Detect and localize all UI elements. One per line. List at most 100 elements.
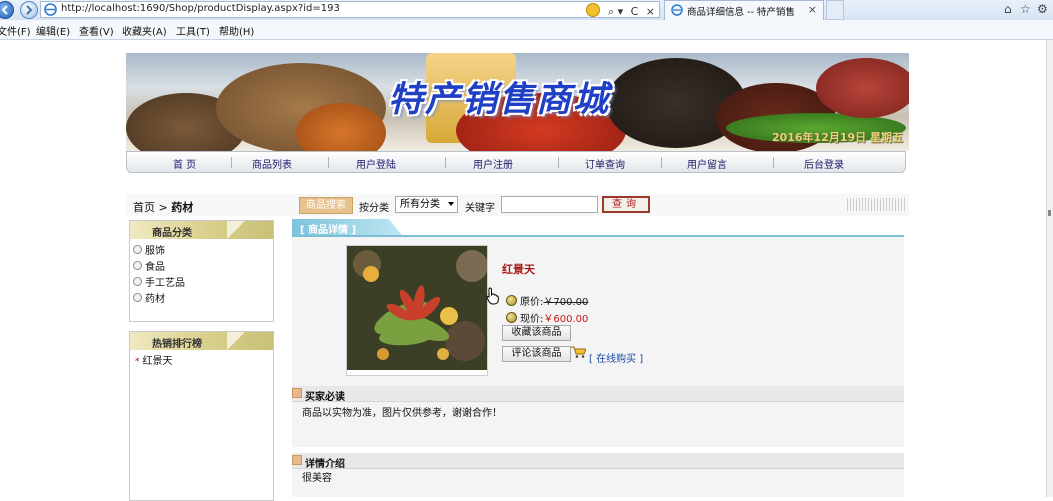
search-badge: 商品搜索	[299, 197, 353, 214]
nav-product-list[interactable]: 商品列表	[252, 156, 292, 171]
panel-corner-deco	[227, 332, 245, 350]
menu-edit[interactable]: 编辑(E)	[36, 23, 70, 38]
category-option[interactable]: 药材	[133, 290, 165, 305]
browser-chrome: http://localhost:1690/Shop/productDispla…	[0, 0, 1053, 40]
breadcrumb-home[interactable]: 首页	[133, 201, 155, 214]
keyword-label: 关键字	[465, 203, 495, 214]
nav-admin-login[interactable]: 后台登录	[804, 156, 844, 171]
shopping-cart-icon[interactable]	[571, 346, 586, 358]
ranking-panel: 热销排行榜 * 红景天	[129, 331, 274, 501]
decorative-dots	[847, 198, 905, 211]
panel-corner-deco	[227, 221, 245, 239]
nav-order-query[interactable]: 订单查询	[585, 156, 625, 171]
details-body	[292, 469, 904, 497]
category-panel-header: 商品分类	[130, 221, 273, 239]
nav-user-message[interactable]: 用户留言	[687, 156, 727, 171]
search-bar: 首页 > 药材 商品搜索 按分类 所有分类 关键字 查询	[126, 194, 909, 216]
search-dropdown-icon[interactable]: ⌕ ▾	[608, 5, 623, 18]
category-option[interactable]: 食品	[133, 258, 165, 273]
refresh-icon[interactable]: C	[631, 5, 639, 18]
original-price-label: 原价:	[520, 297, 544, 308]
address-row: http://localhost:1690/Shop/productDispla…	[0, 0, 1053, 21]
menu-favorites[interactable]: 收藏夹(A)	[122, 23, 167, 38]
address-tools[interactable]: ⌕ ▾ C ×	[582, 3, 655, 19]
compatibility-view-icon[interactable]	[586, 3, 601, 17]
category-panel: 商品分类 服饰 食品 手工艺品 药材	[129, 220, 274, 322]
rhodiola-flower-image	[347, 246, 487, 370]
section-bullet-icon	[292, 388, 302, 398]
vertical-scrollbar[interactable]	[1046, 40, 1053, 497]
back-button[interactable]	[0, 1, 14, 19]
category-label: 按分类	[359, 203, 389, 214]
menu-file[interactable]: 文件(F)	[0, 23, 31, 38]
site-banner: 特产销售商城 2016年12月19日 星期五	[126, 53, 909, 151]
stop-icon[interactable]: ×	[646, 5, 655, 18]
new-tab-button[interactable]	[826, 0, 844, 20]
tools-gear-icon[interactable]: ⚙	[1037, 2, 1048, 16]
buy-online-link[interactable]: [ 在线购买 ]	[589, 350, 643, 365]
favorites-icon[interactable]: ☆	[1020, 2, 1031, 16]
notice-section-header: 买家必读	[292, 386, 904, 403]
product-detail-tab: [ 商品详情 ]	[292, 219, 904, 237]
banner-date: 2016年12月19日 星期五	[771, 131, 903, 144]
nav-user-login[interactable]: 用户登陆	[356, 156, 396, 171]
nav-separator	[328, 157, 329, 168]
menu-tools[interactable]: 工具(T)	[176, 23, 210, 38]
hand-cursor-icon	[486, 287, 499, 305]
section-bullet-icon	[292, 455, 302, 465]
menu-bar: 文件(F) 编辑(E) 查看(V) 收藏夹(A) 工具(T) 帮助(H)	[0, 20, 1053, 40]
favorite-button[interactable]: 收藏该商品	[502, 325, 571, 341]
current-price-row: 现价:￥600.00	[506, 310, 588, 325]
banner-title: 特产销售商城	[388, 79, 611, 120]
radio-icon[interactable]	[133, 293, 142, 302]
category-select-value: 所有分类	[400, 199, 440, 210]
nav-separator	[661, 157, 662, 168]
scrollbar-grip[interactable]	[1048, 210, 1051, 216]
notice-text: 商品以实物为准，图片仅供参考，谢谢合作！	[302, 408, 502, 419]
current-price-value: ￥600.00	[543, 314, 589, 325]
nav-user-register[interactable]: 用户注册	[473, 156, 513, 171]
query-button[interactable]: 查询	[602, 196, 650, 213]
back-arrow-icon	[1, 5, 8, 15]
browser-tab-active[interactable]: 商品详细信息 -- 特产销售 ×	[664, 0, 824, 20]
ranking-panel-header: 热销排行榜	[130, 332, 273, 350]
original-price-value: ￥700.00	[543, 297, 589, 308]
details-title: 详情介绍	[305, 459, 345, 470]
ie-page-icon	[44, 3, 57, 16]
product-photo	[347, 246, 487, 370]
radio-icon[interactable]	[133, 277, 142, 286]
keyword-input[interactable]	[501, 196, 598, 213]
tab-title: 商品详细信息 -- 特产销售	[687, 7, 795, 18]
details-section-header: 详情介绍	[292, 453, 904, 470]
category-panel-title: 商品分类	[152, 228, 192, 239]
breadcrumb-separator: >	[158, 201, 168, 214]
address-bar[interactable]: http://localhost:1690/Shop/productDispla…	[40, 1, 660, 18]
home-icon[interactable]: ⌂	[1004, 2, 1012, 16]
current-price-label: 现价:	[520, 314, 544, 325]
nav-home[interactable]: 首 页	[173, 156, 196, 171]
category-option[interactable]: 服饰	[133, 242, 165, 257]
menu-view[interactable]: 查看(V)	[79, 23, 114, 38]
forward-button[interactable]	[20, 1, 38, 19]
menu-help[interactable]: 帮助(H)	[219, 23, 254, 38]
details-text: 很美容	[302, 473, 332, 484]
notice-title: 买家必读	[305, 392, 345, 403]
tab-close-icon[interactable]: ×	[808, 3, 817, 16]
radio-icon[interactable]	[133, 245, 142, 254]
category-select[interactable]: 所有分类	[395, 196, 458, 213]
ie-tab-icon	[671, 4, 683, 16]
product-name: 红景天	[502, 263, 535, 276]
nav-separator	[773, 157, 774, 168]
ranking-item[interactable]: * 红景天	[135, 352, 173, 367]
address-url[interactable]: http://localhost:1690/Shop/productDispla…	[61, 3, 340, 14]
bullet-icon: *	[135, 357, 140, 367]
breadcrumb-current: 药材	[171, 201, 194, 214]
category-option[interactable]: 手工艺品	[133, 274, 185, 289]
radio-icon[interactable]	[133, 261, 142, 270]
banner-deco	[816, 58, 909, 118]
chevron-down-icon	[448, 202, 454, 206]
coin-icon	[506, 295, 517, 306]
comment-button[interactable]: 评论该商品	[502, 346, 571, 362]
coin-icon	[506, 312, 517, 323]
nav-separator	[445, 157, 446, 168]
